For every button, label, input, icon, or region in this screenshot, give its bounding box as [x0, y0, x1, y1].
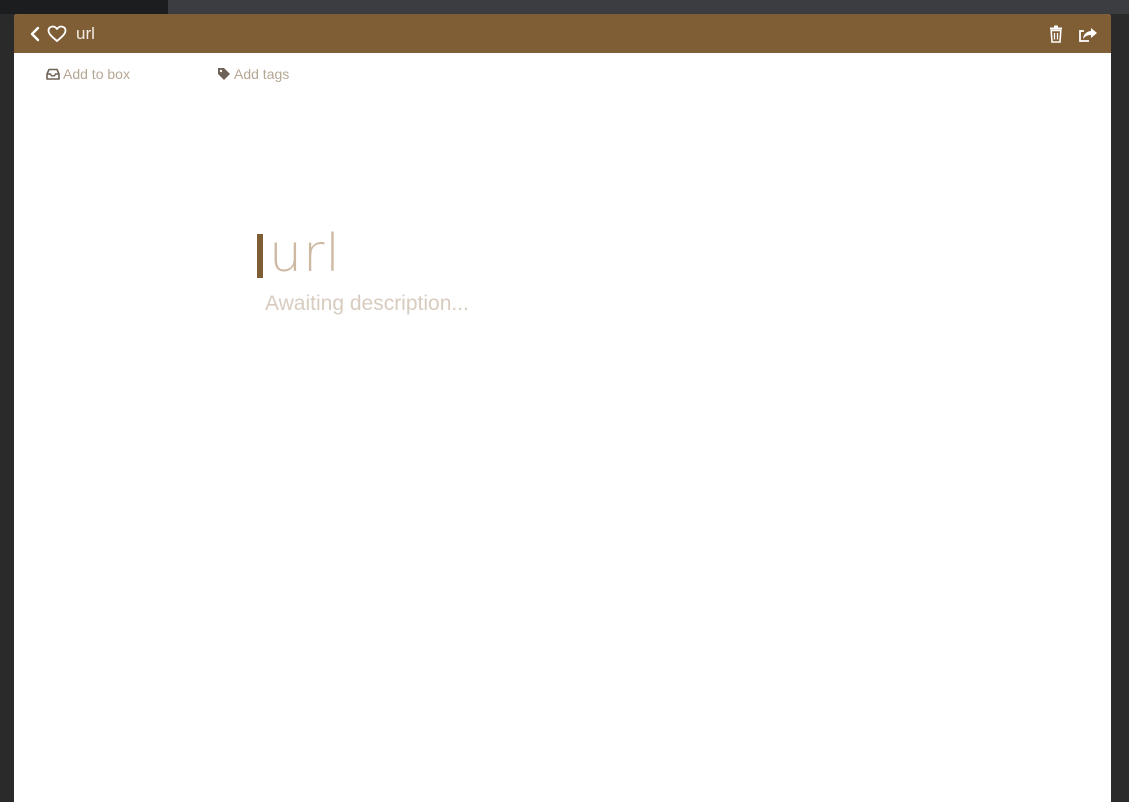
- chevron-left-icon: [30, 26, 40, 41]
- inbox-icon: [46, 68, 60, 80]
- text-cursor: [257, 234, 263, 278]
- add-to-box-label: Add to box: [63, 66, 130, 82]
- item-content: url Awaiting description...: [257, 224, 469, 316]
- favorite-button[interactable]: [46, 23, 68, 45]
- window-title: url: [76, 23, 95, 43]
- add-tags-label: Add tags: [234, 66, 290, 82]
- item-title-field[interactable]: url: [257, 224, 469, 284]
- add-to-box-button[interactable]: Add to box: [46, 66, 130, 82]
- trash-icon: [1050, 25, 1062, 43]
- action-bar: Add to box Add tags: [14, 53, 1111, 93]
- top-strip-tab: [0, 0, 168, 14]
- share-button[interactable]: [1077, 23, 1099, 45]
- top-strip: [0, 0, 1129, 14]
- share-icon: [1079, 27, 1097, 42]
- title-bar: url: [14, 14, 1111, 53]
- item-title: url: [269, 224, 341, 284]
- app-window: url Add to box Add tags url Awaiting des…: [14, 14, 1111, 802]
- tag-icon: [218, 68, 230, 80]
- heart-outline-icon: [47, 25, 67, 42]
- back-button[interactable]: [24, 23, 46, 45]
- add-tags-button[interactable]: Add tags: [217, 66, 289, 82]
- delete-button[interactable]: [1045, 23, 1067, 45]
- item-description[interactable]: Awaiting description...: [265, 292, 469, 316]
